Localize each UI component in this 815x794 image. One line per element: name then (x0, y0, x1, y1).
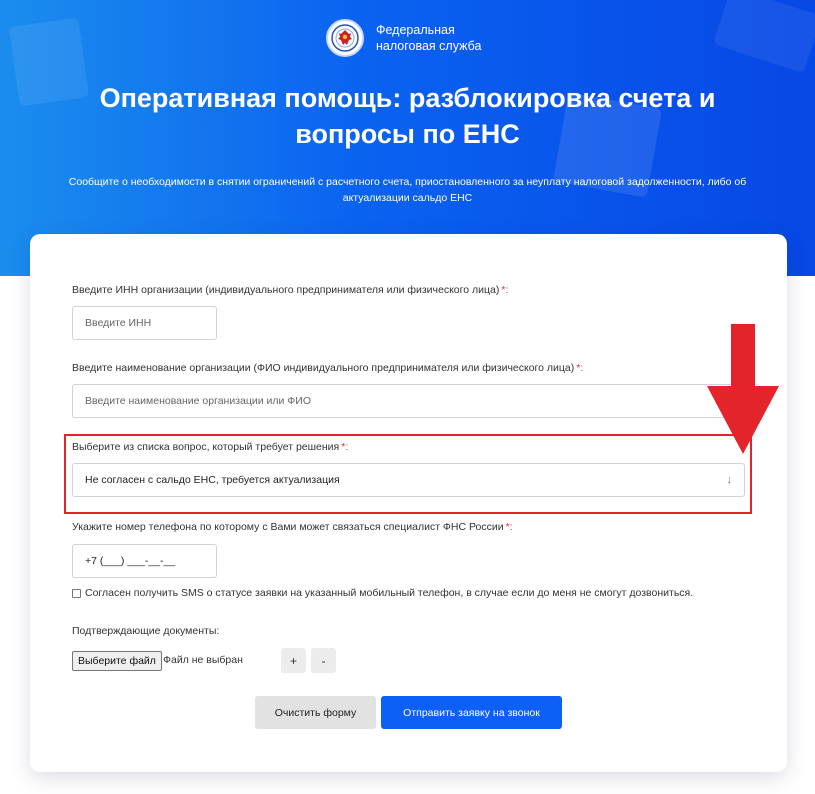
phone-value: +7 (___) ___-__-__ (85, 555, 176, 567)
decor-shape (713, 0, 815, 74)
no-file-text: Файл не выбран (163, 654, 243, 666)
org-name-label: Введите наименование организации (ФИО ин… (72, 361, 583, 375)
page-subtitle-line1: Сообщите о необходимости в снятии ограни… (68, 176, 747, 188)
brand-name-line1: Федеральная (376, 23, 455, 37)
brand-name-line2: налоговая служба (376, 39, 482, 53)
annotation-highlight-box (64, 434, 752, 514)
page-title-line1: Оперативная помощь: разблокировка счета … (99, 83, 716, 113)
page: Федеральная налоговая служба Оперативная… (0, 0, 815, 794)
clear-form-button[interactable]: Очистить форму (255, 696, 376, 729)
org-name-placeholder: Введите наименование организации или ФИО (85, 395, 312, 407)
required-mark: *: (501, 284, 509, 296)
sms-consent-label[interactable]: Согласен получить SMS о статусе заявки н… (85, 587, 693, 599)
page-title-line2: вопросы по ЕНС (295, 119, 520, 149)
page-subtitle-line2: актуализации сальдо ЕНС (342, 192, 473, 204)
fns-emblem-icon (326, 19, 364, 57)
required-mark: *: (505, 521, 513, 533)
red-arrow-down-icon (707, 324, 779, 454)
org-name-input[interactable]: Введите наименование организации или ФИО (72, 384, 745, 418)
required-mark: *: (576, 362, 584, 374)
sms-consent-checkbox[interactable] (72, 588, 81, 598)
brand-name: Федеральная налоговая служба (376, 22, 481, 54)
sms-consent-row: Согласен получить SMS о статусе заявки н… (72, 587, 693, 599)
phone-input[interactable]: +7 (___) ___-__-__ (72, 544, 217, 578)
add-file-button[interactable]: + (281, 648, 306, 673)
inn-placeholder: Введите ИНН (85, 317, 152, 329)
org-name-label-text: Введите наименование организации (ФИО ин… (72, 362, 575, 374)
inn-label: Введите ИНН организации (индивидуального… (72, 283, 508, 297)
page-title: Оперативная помощь: разблокировка счета … (40, 80, 775, 152)
phone-label-text: Укажите номер телефона по которому с Вам… (72, 521, 504, 533)
remove-file-button[interactable]: - (311, 648, 336, 673)
inn-input[interactable]: Введите ИНН (72, 306, 217, 340)
inn-label-text: Введите ИНН организации (индивидуального… (72, 284, 500, 296)
choose-file-button[interactable]: Выберите файл (72, 651, 162, 671)
brand-logo[interactable]: Федеральная налоговая служба (326, 18, 481, 58)
page-subtitle: Сообщите о необходимости в снятии ограни… (55, 174, 760, 206)
documents-label: Подтверждающие документы: (72, 625, 220, 637)
phone-label: Укажите номер телефона по которому с Вам… (72, 520, 513, 534)
submit-callback-button[interactable]: Отправить заявку на звонок (381, 696, 562, 729)
